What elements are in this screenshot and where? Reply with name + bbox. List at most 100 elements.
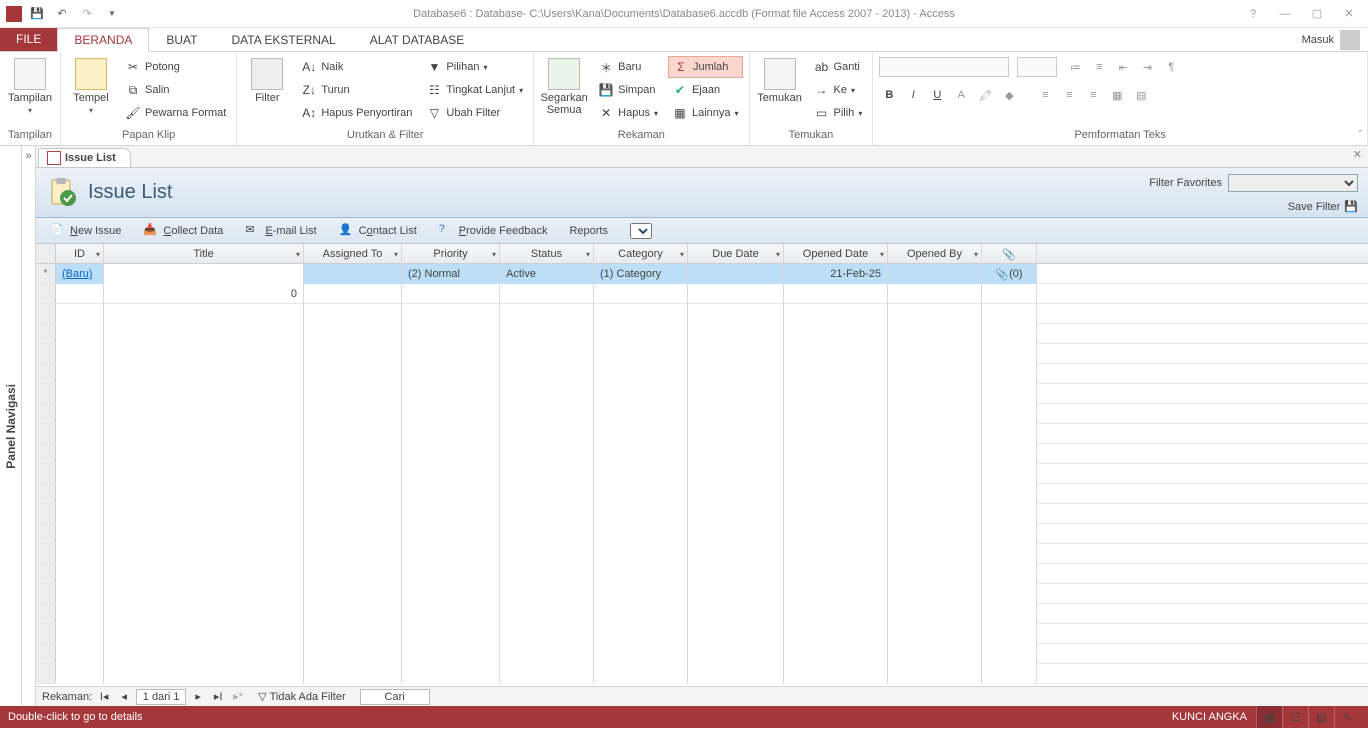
spelling-button[interactable]: ✔Ejaan bbox=[668, 79, 743, 101]
qat-customize-icon[interactable]: ▼ bbox=[102, 4, 122, 24]
more-button[interactable]: ▦Lainnya▾ bbox=[668, 102, 743, 124]
save-record-button[interactable]: 💾Simpan bbox=[594, 79, 662, 101]
cell-id[interactable] bbox=[56, 284, 104, 304]
save-filter-button[interactable]: Save Filter 💾 bbox=[1288, 200, 1358, 213]
qat-redo-icon[interactable]: ↷ bbox=[77, 4, 97, 24]
table-row[interactable] bbox=[36, 644, 1368, 664]
highlight-icon[interactable]: 🖍 bbox=[975, 85, 995, 105]
navigation-pane[interactable]: Panel Navigasi bbox=[0, 146, 22, 706]
layout-view-button[interactable]: ▤ bbox=[1308, 706, 1334, 728]
chevron-down-icon[interactable]: ▾ bbox=[296, 250, 300, 259]
cell-attachment[interactable]: 📎(0) bbox=[982, 264, 1037, 284]
table-row[interactable]: * (Baru) (2) Normal Active (1) Category … bbox=[36, 264, 1368, 284]
table-row[interactable] bbox=[36, 384, 1368, 404]
col-assigned[interactable]: Assigned To▾ bbox=[304, 244, 402, 264]
reports-select[interactable] bbox=[630, 223, 652, 239]
delete-record-button[interactable]: ✕Hapus▾ bbox=[594, 102, 662, 124]
replace-button[interactable]: abGanti bbox=[810, 56, 867, 78]
col-due[interactable]: Due Date▾ bbox=[688, 244, 784, 264]
collapse-ribbon-icon[interactable]: ˆ bbox=[1358, 129, 1362, 141]
cell-due[interactable] bbox=[688, 264, 784, 284]
font-name-combo[interactable] bbox=[879, 57, 1009, 77]
col-attachment[interactable]: 📎 bbox=[982, 244, 1037, 264]
table-row[interactable] bbox=[36, 404, 1368, 424]
totals-button[interactable]: ΣJumlah bbox=[668, 56, 743, 78]
chevron-down-icon[interactable]: ▾ bbox=[880, 250, 884, 259]
chevron-down-icon[interactable]: ▾ bbox=[586, 250, 590, 259]
numbering-icon[interactable]: ≡ bbox=[1089, 57, 1109, 77]
align-left-icon[interactable]: ≡ bbox=[1035, 85, 1055, 105]
minimize-icon[interactable]: — bbox=[1270, 3, 1300, 25]
paste-button[interactable]: Tempel ▾ bbox=[67, 56, 115, 115]
col-priority[interactable]: Priority▾ bbox=[402, 244, 500, 264]
font-size-combo[interactable] bbox=[1017, 57, 1057, 77]
doc-tab-issue-list[interactable]: Issue List bbox=[38, 148, 131, 167]
table-row[interactable] bbox=[36, 604, 1368, 624]
feedback-button[interactable]: ?Provide Feedback bbox=[439, 223, 548, 239]
selection-button[interactable]: ▼Pilihan▾ bbox=[422, 56, 527, 78]
collect-data-button[interactable]: 📥Collect Data bbox=[143, 223, 223, 239]
goto-button[interactable]: →Ke▾ bbox=[810, 79, 867, 101]
table-row[interactable]: 0 bbox=[36, 284, 1368, 304]
remove-sort-button[interactable]: A↕Hapus Penyortiran bbox=[297, 102, 416, 124]
table-row[interactable] bbox=[36, 524, 1368, 544]
tab-alat-database[interactable]: ALAT DATABASE bbox=[353, 28, 481, 51]
cell-title[interactable] bbox=[104, 264, 304, 284]
next-record-button[interactable]: ▸ bbox=[190, 689, 206, 705]
fill-color-icon[interactable]: ◆ bbox=[999, 85, 1019, 105]
col-opened-by[interactable]: Opened By▾ bbox=[888, 244, 982, 264]
design-view-button[interactable]: ✎ bbox=[1334, 706, 1360, 728]
no-filter-indicator[interactable]: ▽Tidak Ada Filter bbox=[258, 690, 345, 703]
find-button[interactable]: Temukan bbox=[756, 56, 804, 104]
record-position-input[interactable] bbox=[136, 689, 186, 705]
table-row[interactable] bbox=[36, 344, 1368, 364]
table-row[interactable] bbox=[36, 364, 1368, 384]
tab-buat[interactable]: BUAT bbox=[149, 28, 214, 51]
doc-close-icon[interactable]: ✕ bbox=[1353, 148, 1362, 161]
indent-inc-icon[interactable]: ⇥ bbox=[1137, 57, 1157, 77]
chevron-down-icon[interactable]: ▾ bbox=[492, 250, 496, 259]
view-button[interactable]: Tampilan ▾ bbox=[6, 56, 54, 115]
prev-record-button[interactable]: ◂ bbox=[116, 689, 132, 705]
text-dir-icon[interactable]: ¶ bbox=[1161, 57, 1181, 77]
table-row[interactable] bbox=[36, 484, 1368, 504]
gridlines-icon[interactable]: ▦ bbox=[1107, 85, 1127, 105]
select-button[interactable]: ▭Pilih▾ bbox=[810, 102, 867, 124]
table-row[interactable] bbox=[36, 624, 1368, 644]
cell-assigned[interactable] bbox=[304, 264, 402, 284]
italic-icon[interactable]: I bbox=[903, 85, 923, 105]
chevron-down-icon[interactable]: ▾ bbox=[776, 250, 780, 259]
col-id[interactable]: ID▾ bbox=[56, 244, 104, 264]
form-view-button[interactable]: ▦ bbox=[1256, 706, 1282, 728]
table-row[interactable] bbox=[36, 444, 1368, 464]
bullets-icon[interactable]: ≔ bbox=[1065, 57, 1085, 77]
cell-id[interactable]: (Baru) bbox=[62, 268, 93, 280]
shutter-open-button[interactable]: » bbox=[22, 146, 36, 706]
table-row[interactable] bbox=[36, 304, 1368, 324]
close-icon[interactable]: ✕ bbox=[1334, 3, 1364, 25]
new-record-nav-button[interactable]: ▸* bbox=[230, 689, 246, 705]
col-opened[interactable]: Opened Date▾ bbox=[784, 244, 888, 264]
chevron-down-icon[interactable]: ▾ bbox=[394, 250, 398, 259]
col-category[interactable]: Category▾ bbox=[594, 244, 688, 264]
advanced-filter-button[interactable]: ☷Tingkat Lanjut▾ bbox=[422, 79, 527, 101]
file-tab[interactable]: FILE bbox=[0, 28, 57, 51]
table-row[interactable] bbox=[36, 424, 1368, 444]
col-title[interactable]: Title▾ bbox=[104, 244, 304, 264]
sort-asc-button[interactable]: A↓Naik bbox=[297, 56, 416, 78]
cell-priority[interactable]: (2) Normal bbox=[402, 264, 500, 284]
chevron-down-icon[interactable]: ▾ bbox=[680, 250, 684, 259]
bold-icon[interactable]: B bbox=[879, 85, 899, 105]
signin-label[interactable]: Masuk bbox=[1302, 34, 1334, 46]
sort-desc-button[interactable]: Z↓Turun bbox=[297, 79, 416, 101]
tab-beranda[interactable]: BERANDA bbox=[57, 28, 149, 52]
table-row[interactable] bbox=[36, 464, 1368, 484]
cell-by[interactable] bbox=[888, 264, 982, 284]
cell-opened[interactable]: 21-Feb-25 bbox=[784, 264, 888, 284]
chevron-down-icon[interactable]: ▾ bbox=[96, 250, 100, 259]
align-center-icon[interactable]: ≡ bbox=[1059, 85, 1079, 105]
table-row[interactable] bbox=[36, 544, 1368, 564]
format-painter-button[interactable]: 🖌Pewarna Format bbox=[121, 102, 230, 124]
record-search-input[interactable] bbox=[360, 689, 430, 705]
datasheet-view-button[interactable]: ☷ bbox=[1282, 706, 1308, 728]
